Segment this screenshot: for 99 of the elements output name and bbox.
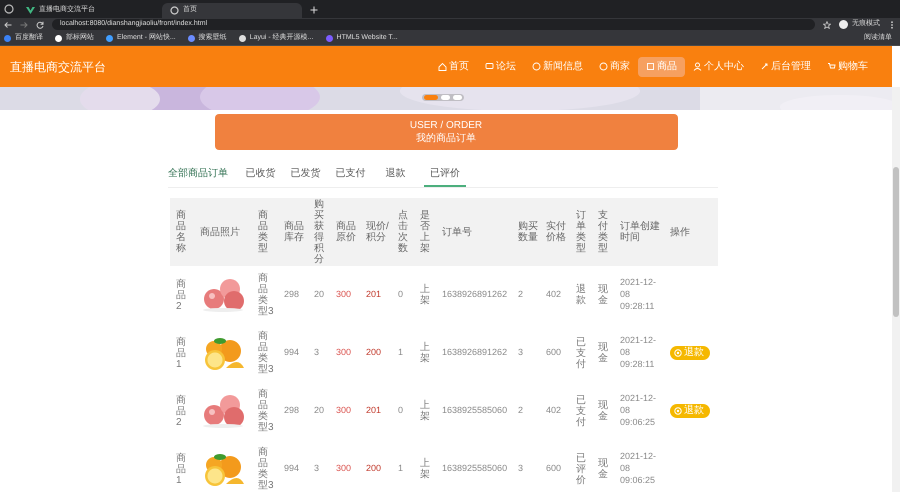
table-cell-text: 1638926891262 — [442, 346, 508, 360]
table-cell: 商品2 — [176, 394, 187, 428]
table-cell: 上架 — [420, 284, 431, 306]
table-cell: 已评价 — [576, 452, 587, 486]
table-cell-text: 2 — [518, 288, 524, 302]
table-cell: 现金 — [598, 458, 609, 480]
column-header: 是否上架 — [420, 210, 431, 254]
table-cell: 现金 — [598, 342, 609, 364]
star-icon[interactable] — [823, 20, 831, 28]
order-tab[interactable]: 已收货 — [244, 166, 277, 187]
table-cell-text: 300 — [336, 288, 352, 302]
column-header: 操作 — [670, 226, 691, 238]
circle-icon — [532, 62, 541, 71]
menu-icon[interactable] — [888, 20, 896, 28]
cart-icon — [827, 62, 836, 71]
table-cell-text: 0 — [398, 288, 404, 302]
column-header: 购买数量 — [518, 221, 539, 243]
order-tab[interactable]: 全部商品订单 — [168, 166, 232, 187]
table-cell-text: 300 — [336, 346, 352, 360]
column-header: 现价/积分 — [366, 221, 390, 243]
plus-icon[interactable] — [310, 6, 318, 14]
column-header: 商品库存 — [284, 221, 305, 243]
table-cell: 已支付 — [576, 394, 587, 428]
table-cell-text: 994 — [284, 462, 300, 476]
table-cell: 已支付 — [576, 336, 587, 370]
table-cell: 上架 — [420, 342, 431, 364]
table-cell-text: 1638925585060 — [442, 404, 508, 418]
table-cell-text: 3 — [314, 462, 320, 476]
table-cell: 商品类型3 — [258, 447, 274, 491]
order-tab[interactable]: 已评价 — [424, 166, 466, 187]
table-cell-text: 0 — [398, 404, 404, 418]
table-cell: 上架 — [420, 458, 431, 480]
column-header: 订单类型 — [576, 210, 587, 254]
table-cell-text: 2 — [518, 404, 524, 418]
table-cell-text: 994 — [284, 346, 300, 360]
table-cell-text: 298 — [284, 404, 300, 418]
table-cell: 商品1 — [176, 452, 187, 486]
order-tab[interactable]: 已发货 — [289, 166, 322, 187]
person-icon — [693, 62, 702, 71]
table-cell-text: 300 — [336, 404, 352, 418]
table-cell-text: 3 — [518, 346, 524, 360]
table-cell-text: 2021-12-08 09:28:11 — [620, 335, 658, 371]
table-cell-text: 3 — [518, 462, 524, 476]
v-logo-icon — [26, 6, 35, 15]
back-icon[interactable] — [4, 20, 12, 28]
table-cell-text: 1 — [398, 462, 404, 476]
table-cell: 商品2 — [176, 278, 187, 312]
column-header: 点击次数 — [398, 210, 409, 254]
scrollbar[interactable] — [892, 87, 900, 492]
column-header: 订单创建时间 — [620, 221, 661, 243]
table-cell-text: 298 — [284, 288, 300, 302]
table-cell-text: 1638925585060 — [442, 462, 508, 476]
table-cell-text: 600 — [546, 462, 562, 476]
column-header: 实付价格 — [546, 221, 567, 243]
table-cell: 现金 — [598, 284, 609, 306]
avatar-icon — [839, 20, 848, 29]
table-cell-text: 20 — [314, 404, 326, 418]
column-header: 商品原价 — [336, 221, 357, 243]
table-cell-text: 1638926891262 — [442, 288, 508, 302]
table-cell-text: 300 — [336, 462, 352, 476]
table-cell: 退款 — [576, 284, 587, 306]
column-header: 商品照片 — [200, 226, 241, 238]
table-cell: 商品1 — [176, 336, 187, 370]
table-cell-text: 201 — [366, 288, 382, 302]
table-cell-text: 2021-12-08 09:06:25 — [620, 451, 658, 487]
table-cell: 商品类型3 — [258, 331, 274, 375]
table-cell-text: 201 — [366, 404, 382, 418]
table-cell-text: 20 — [314, 288, 326, 302]
table-cell-text: 3 — [314, 346, 320, 360]
table-cell-text: 402 — [546, 404, 562, 418]
order-tab[interactable]: 已支付 — [334, 166, 367, 187]
table-cell: 上架 — [420, 400, 431, 422]
order-tab[interactable]: 退款 — [379, 166, 412, 187]
circle-icon — [599, 62, 608, 71]
table-cell: 现金 — [598, 400, 609, 422]
table-cell-text: 2021-12-08 09:06:25 — [620, 393, 658, 429]
table-cell-text: 600 — [546, 346, 562, 360]
title-english: USER / ORDER — [410, 119, 482, 132]
table-cell-text: 200 — [366, 346, 382, 360]
square-icon — [646, 62, 655, 71]
table-cell-text: 1 — [398, 346, 404, 360]
circle-icon — [674, 349, 682, 357]
table-cell-text: 2021-12-08 09:28:11 — [620, 277, 658, 313]
forward-icon[interactable] — [20, 20, 28, 28]
column-header: 购买获得积分 — [314, 199, 325, 265]
column-header: 商品类型 — [258, 210, 269, 254]
globe-icon — [4, 4, 14, 14]
title-chinese: 我的商品订单 — [416, 132, 476, 145]
reload-icon[interactable] — [36, 20, 44, 28]
column-header: 支付类型 — [598, 210, 609, 254]
table-cell-text: 402 — [546, 288, 562, 302]
globe-icon — [170, 6, 179, 15]
column-header: 商品名称 — [176, 210, 187, 254]
table-cell: 商品类型3 — [258, 273, 274, 317]
table-cell-text: 200 — [366, 462, 382, 476]
table-cell: 商品类型3 — [258, 389, 274, 433]
circle-icon — [674, 407, 682, 415]
column-header: 订单号 — [442, 226, 473, 238]
house-icon — [438, 62, 447, 71]
